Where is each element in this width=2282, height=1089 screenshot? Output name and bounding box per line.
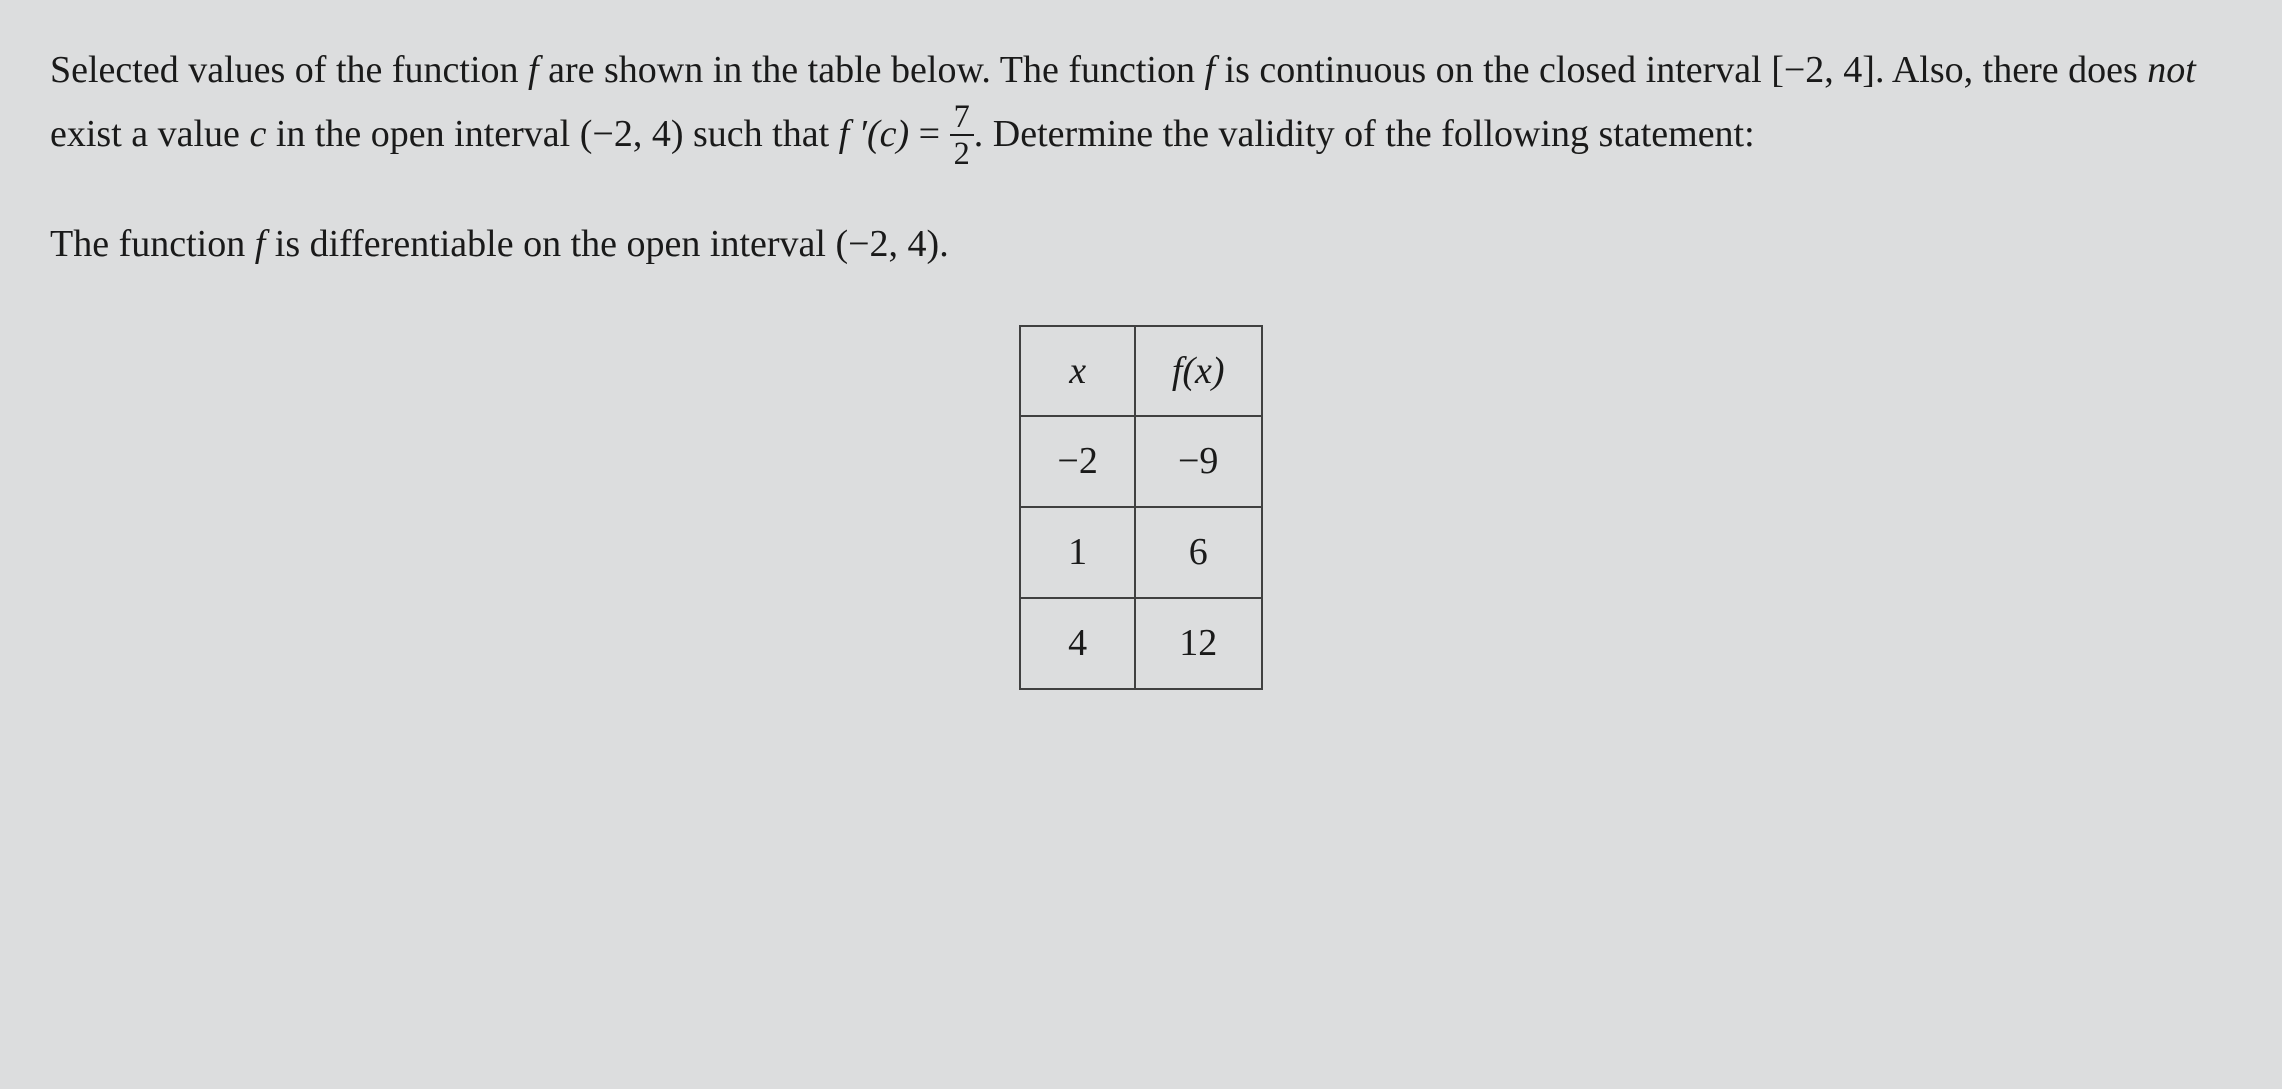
table-container: x f(x) −2 −9 1 6 4 12 [50,325,2232,690]
math-c: c [249,113,266,155]
text-segment: exist a value [50,113,249,155]
text-segment: is differentiable on the open interval [265,223,835,265]
problem-text: Selected values of the function f are sh… [50,40,2232,174]
text-segment: . Determine the validity of the followin… [974,113,1755,155]
table-cell-fx: −9 [1135,416,1262,507]
equals-sign: = [909,113,949,155]
table-row: 4 12 [1020,598,1261,689]
text-segment: such that [683,113,838,155]
fraction: 72 [950,99,974,172]
interval-bracket: [ [1771,49,1784,91]
table-header-x: x [1020,326,1134,417]
interval-paren: ) [671,113,684,155]
interval-value: 4 [1843,49,1862,91]
math-f: f [255,223,266,265]
interval-comma: , [1824,49,1843,91]
table-header-row: x f(x) [1020,326,1261,417]
interval-paren: ) [927,223,940,265]
emphasis-not: not [2147,49,2196,91]
statement-text: The function f is differentiable on the … [50,214,2232,275]
text-segment: is continuous on the closed interval [1215,49,1771,91]
fraction-denominator: 2 [950,136,974,172]
fraction-numerator: 7 [950,99,974,137]
math-f: f [1204,49,1215,91]
table-cell-fx: 12 [1135,598,1262,689]
interval-value: 4 [652,113,671,155]
text-segment: . Also, there does [1875,49,2147,91]
table-row: 1 6 [1020,507,1261,598]
interval-value: 4 [908,223,927,265]
table-cell-x: 1 [1020,507,1134,598]
math-f: f [528,49,539,91]
interval-comma: , [889,223,908,265]
text-segment: The function [50,223,255,265]
text-segment: . [939,223,949,265]
interval-bracket: ] [1862,49,1875,91]
data-table: x f(x) −2 −9 1 6 4 12 [1019,325,1262,690]
text-segment: are shown in the table below. The functi… [539,49,1205,91]
interval-paren: ( [835,223,848,265]
text-segment: Selected values of the function [50,49,528,91]
interval-paren: ( [580,113,593,155]
interval-comma: , [633,113,652,155]
table-cell-fx: 6 [1135,507,1262,598]
math-fprime: f ′(c) [839,113,910,155]
table-row: −2 −9 [1020,416,1261,507]
table-header-fx: f(x) [1135,326,1262,417]
interval-value: −2 [1784,49,1824,91]
table-cell-x: −2 [1020,416,1134,507]
text-segment: in the open interval [266,113,579,155]
interval-value: −2 [848,223,888,265]
table-cell-x: 4 [1020,598,1134,689]
interval-value: −2 [592,113,632,155]
